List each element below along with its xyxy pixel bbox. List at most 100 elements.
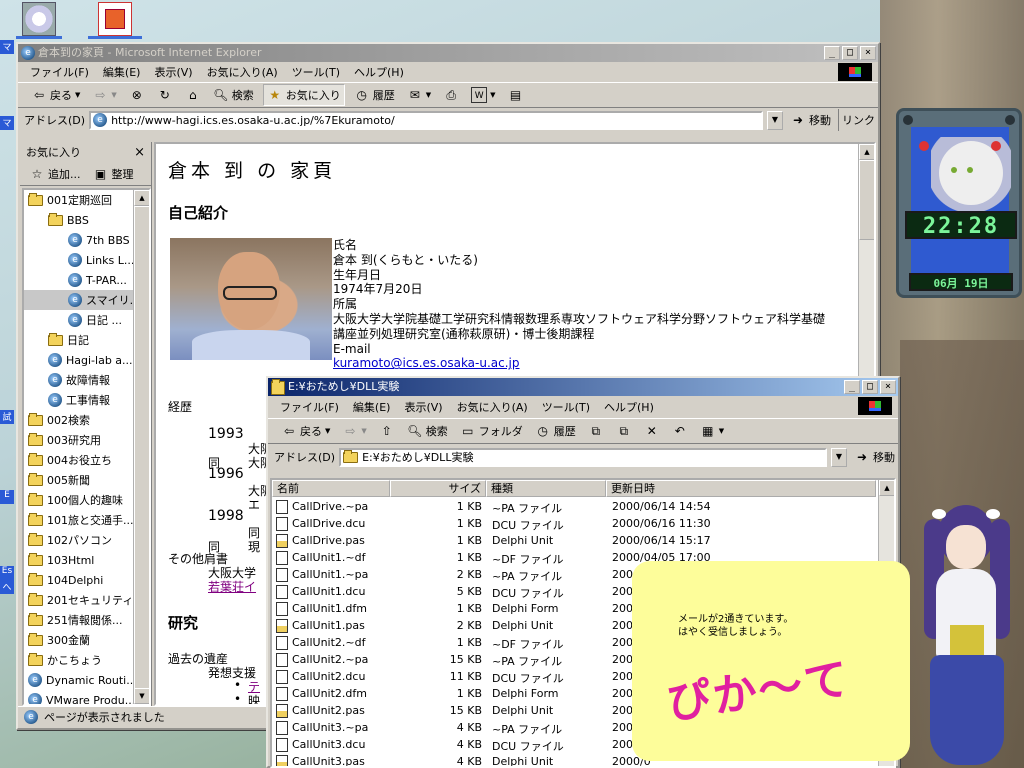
menu-favorites[interactable]: お気に入り(A) xyxy=(207,64,278,80)
favorite-item[interactable]: 251情報閲係... xyxy=(24,610,149,630)
folders-button[interactable]: ▭ フォルダ xyxy=(457,420,526,442)
undo-button[interactable]: ↶ xyxy=(669,420,691,442)
go-button[interactable]: ➜ 移動 xyxy=(851,446,898,468)
forward-button[interactable]: ⇨ ▼ xyxy=(339,420,369,442)
favorite-item[interactable]: 101旅と交通手... xyxy=(24,510,149,530)
ie-titlebar[interactable]: e 倉本到の家頁 - Microsoft Internet Explorer _… xyxy=(18,44,878,62)
links-button[interactable]: リンク xyxy=(838,109,878,131)
go-button[interactable]: ➜ 移動 xyxy=(787,109,834,131)
column-size[interactable]: サイズ xyxy=(390,480,486,497)
menu-view[interactable]: 表示(V) xyxy=(404,399,442,415)
organize-favorites-button[interactable]: ▣ 整理 xyxy=(90,163,137,185)
favorite-item[interactable]: 005新聞 xyxy=(24,470,149,490)
up-folder-button[interactable]: ⇧ xyxy=(376,420,398,442)
favorite-item[interactable]: e 工事情報 xyxy=(24,390,149,410)
favorite-item[interactable]: e スマイリ... xyxy=(24,290,149,310)
address-dropdown-icon[interactable]: ▼ xyxy=(767,110,783,130)
favorite-item[interactable]: e 7th BBS xyxy=(24,230,149,250)
menu-favorites[interactable]: お気に入り(A) xyxy=(457,399,528,415)
copy-to-button[interactable]: ⧉ xyxy=(613,420,635,442)
views-button[interactable]: ▦ ▼ xyxy=(697,420,727,442)
home-button[interactable]: ⌂ xyxy=(182,84,204,106)
scroll-down-icon[interactable]: ▼ xyxy=(134,688,149,704)
favorite-item[interactable]: 102パソコン xyxy=(24,530,149,550)
address-input[interactable]: e http://www-hagi.ics.es.osaka-u.ac.jp/%… xyxy=(89,110,763,130)
minimize-button[interactable]: _ xyxy=(844,380,860,394)
menu-file[interactable]: ファイル(F) xyxy=(280,399,339,415)
back-button[interactable]: ⇦ 戻る ▼ xyxy=(278,420,333,442)
add-favorite-button[interactable]: ☆ 追加... xyxy=(26,163,84,185)
scroll-up-icon[interactable]: ▲ xyxy=(859,144,874,160)
scroll-thumb[interactable] xyxy=(134,206,149,704)
favorite-item[interactable]: 001定期巡回 xyxy=(24,190,149,210)
column-name[interactable]: 名前 xyxy=(272,480,390,497)
favorite-item[interactable]: e 日記 ... xyxy=(24,310,149,330)
file-row[interactable]: CallDrive.pas 1 KB Delphi Unit 2000/06/14 1… xyxy=(272,533,892,550)
favorite-item[interactable]: e Links L... xyxy=(24,250,149,270)
favorite-item[interactable]: e Hagi-lab a... xyxy=(24,350,149,370)
delete-button[interactable]: ✕ xyxy=(641,420,663,442)
history-button[interactable]: ◷ 履歴 xyxy=(351,84,398,106)
history-button[interactable]: ◷ 履歴 xyxy=(532,420,579,442)
favorite-item[interactable]: 003研究用 xyxy=(24,430,149,450)
home-icon: ⌂ xyxy=(188,88,197,102)
favorite-item[interactable]: e Dynamic Routi... xyxy=(24,670,149,690)
column-date[interactable]: 更新日時 xyxy=(606,480,876,497)
menu-help[interactable]: ヘルプ(H) xyxy=(604,399,654,415)
menu-edit[interactable]: 編集(E) xyxy=(353,399,391,415)
menu-file[interactable]: ファイル(F) xyxy=(30,64,89,80)
favorite-item[interactable]: 103Html xyxy=(24,550,149,570)
favorites-button[interactable]: ★ お気に入り xyxy=(262,84,345,106)
favorite-item[interactable]: 104Delphi xyxy=(24,570,149,590)
close-button[interactable]: × xyxy=(880,380,896,394)
menu-help[interactable]: ヘルプ(H) xyxy=(354,64,404,80)
column-type[interactable]: 種類 xyxy=(486,480,606,497)
edit-button[interactable]: W ▼ xyxy=(468,84,498,106)
favorite-item[interactable]: 201セキュリティ xyxy=(24,590,149,610)
character-icon[interactable] xyxy=(22,2,56,36)
close-button[interactable]: × xyxy=(860,46,876,60)
email-link[interactable]: kuramoto@ics.es.osaka-u.ac.jp xyxy=(333,356,520,370)
favorite-item[interactable]: 100個人的趣味 xyxy=(24,490,149,510)
favorite-item[interactable]: e VMware Produ... xyxy=(24,690,149,704)
address-input[interactable]: E:¥おためし¥DLL実験 xyxy=(339,447,827,467)
menu-view[interactable]: 表示(V) xyxy=(154,64,192,80)
favorite-item[interactable]: 日記 xyxy=(24,330,149,350)
explorer-titlebar[interactable]: E:¥おためし¥DLL実験 _ □ × xyxy=(268,378,898,396)
scroll-up-icon[interactable]: ▲ xyxy=(879,480,894,496)
favorite-item[interactable]: 004お役立ち xyxy=(24,450,149,470)
favorite-item[interactable]: BBS xyxy=(24,210,149,230)
maximize-button[interactable]: □ xyxy=(842,46,858,60)
favorite-item[interactable]: 300金蘭 xyxy=(24,630,149,650)
favorite-item[interactable]: 002検索 xyxy=(24,410,149,430)
address-dropdown-icon[interactable]: ▼ xyxy=(831,447,847,467)
stop-button[interactable]: ⊗ xyxy=(126,84,148,106)
mail-button[interactable]: ✉ ▼ xyxy=(404,84,434,106)
delete-icon: ✕ xyxy=(646,424,657,438)
minimize-button[interactable]: _ xyxy=(824,46,840,60)
move-to-button[interactable]: ⧉ xyxy=(585,420,607,442)
search-button[interactable]: 🔍︎ 検索 xyxy=(210,84,257,106)
menu-edit[interactable]: 編集(E) xyxy=(103,64,141,80)
scroll-up-icon[interactable]: ▲ xyxy=(134,190,149,206)
favorite-item[interactable]: かこちょう xyxy=(24,650,149,670)
forward-button[interactable]: ⇨ ▼ xyxy=(89,84,119,106)
maximize-button[interactable]: □ xyxy=(862,380,878,394)
favorite-item[interactable]: e 故障情報 xyxy=(24,370,149,390)
powerpoint-icon[interactable] xyxy=(98,2,132,36)
print-button[interactable]: ⎙ xyxy=(440,84,462,106)
scroll-thumb[interactable] xyxy=(859,160,874,240)
menu-tools[interactable]: ツール(T) xyxy=(292,64,340,80)
favorites-scrollbar[interactable]: ▲ ▼ xyxy=(133,190,149,704)
back-button[interactable]: ⇦ 戻る ▼ xyxy=(28,84,83,106)
search-button[interactable]: 🔍︎ 検索 xyxy=(404,420,451,442)
file-row[interactable]: CallDrive.~pa 1 KB ~PA ファイル 2000/06/14 14:5… xyxy=(272,499,892,516)
discuss-button[interactable]: ▤ xyxy=(505,84,527,106)
menu-tools[interactable]: ツール(T) xyxy=(542,399,590,415)
favorite-item[interactable]: e T-PAR... xyxy=(24,270,149,290)
file-row[interactable]: CallDrive.dcu 1 KB DCU ファイル 2000/06/16 11:3… xyxy=(272,516,892,533)
favorites-close-icon[interactable]: × xyxy=(134,145,145,160)
young-link[interactable]: 若葉荘イ xyxy=(208,578,256,595)
refresh-button[interactable]: ↻ xyxy=(154,84,176,106)
mascot-character[interactable] xyxy=(910,505,1022,768)
